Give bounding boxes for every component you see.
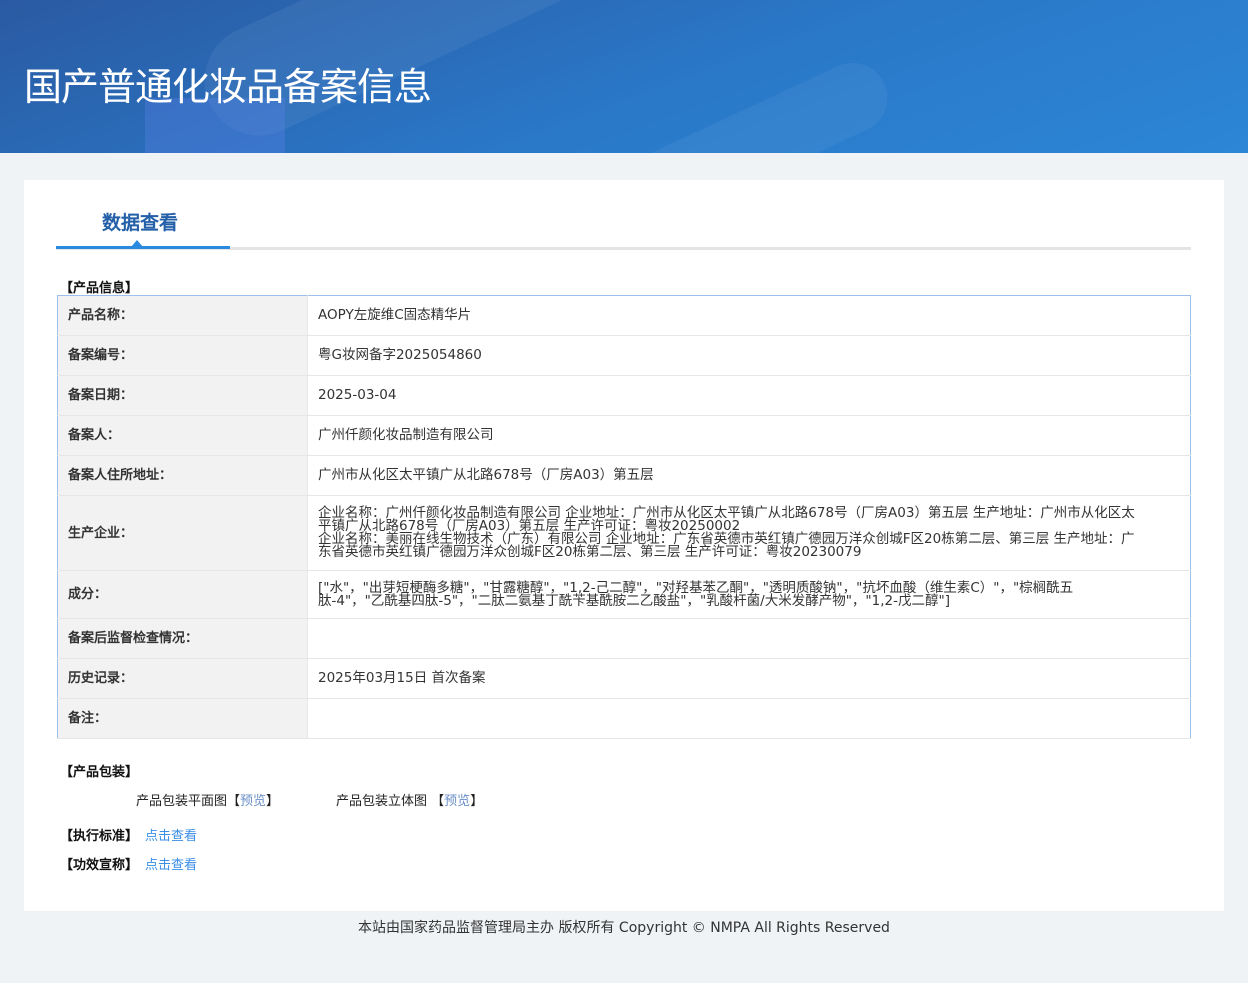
section-product-info: 【产品信息】 bbox=[60, 281, 139, 296]
footer-copyright: 本站由国家药品监督管理局主办 版权所有 Copyright © NMPA All… bbox=[358, 920, 890, 936]
product-info-table: 产品名称： AOPY左旋维C固态精华片 备案编号： 粤G妆网备字2025054860… bbox=[57, 295, 1191, 739]
row-label: 备案人住所地址： bbox=[57, 455, 308, 496]
row-label: 备案编号： bbox=[57, 335, 308, 376]
row-label: 成分： bbox=[57, 570, 308, 619]
page-title: 国产普通化妆品备案信息 bbox=[24, 65, 432, 109]
table-row: 备案编号： 粤G妆网备字2025054860 bbox=[57, 335, 1191, 376]
package-flat-preview-link[interactable]: 预览 bbox=[240, 794, 266, 809]
bracket: 】 bbox=[470, 794, 484, 809]
efficacy-view-link[interactable]: 点击查看 bbox=[145, 854, 197, 873]
row-value: 广州仟颜化妆品制造有限公司 bbox=[307, 415, 1191, 456]
bracket: 【 bbox=[227, 794, 241, 809]
row-value: ["水"，"出芽短梗酶多糖"，"甘露糖醇"，"1,2-己二醇"，"对羟基苯乙酮"… bbox=[307, 570, 1191, 619]
row-value bbox=[307, 698, 1191, 739]
row-label: 生产企业： bbox=[57, 495, 308, 571]
table-row: 产品名称： AOPY左旋维C固态精华片 bbox=[57, 295, 1191, 336]
row-value: 2025-03-04 bbox=[307, 375, 1191, 416]
bracket: 【 bbox=[431, 794, 445, 809]
package-solid-preview-link[interactable]: 预览 bbox=[444, 794, 470, 809]
tab-active-indicator bbox=[56, 246, 230, 249]
manufacturer-1: 企业名称：广州仟颜化妆品制造有限公司 企业地址：广州市从化区太平镇广从北路678… bbox=[318, 505, 1135, 534]
row-value: 广州市从化区太平镇广从北路678号（厂房A03）第五层 bbox=[307, 455, 1191, 496]
content-card: 数据查看 【产品信息】 产品名称： AOPY左旋维C固态精华片 备案编号： 粤G妆网… bbox=[24, 180, 1224, 911]
header-banner: 国产普通化妆品备案信息 bbox=[0, 0, 1248, 153]
standard-view-link[interactable]: 点击查看 bbox=[145, 825, 197, 844]
table-row: 历史记录： 2025年03月15日 首次备案 bbox=[57, 658, 1191, 699]
table-row: 备案人住所地址： 广州市从化区太平镇广从北路678号（厂房A03）第五层 bbox=[57, 455, 1191, 496]
row-value: 粤G妆网备字2025054860 bbox=[307, 335, 1191, 376]
table-row: 备注： bbox=[57, 698, 1191, 739]
package-flat: 产品包装平面图【预览】 bbox=[136, 790, 279, 809]
manufacturer-2: 企业名称：美丽在线生物技术（广东）有限公司 企业地址：广东省英德市英红镇广德园万… bbox=[318, 531, 1135, 560]
row-label: 备注： bbox=[57, 698, 308, 739]
table-row: 备案人： 广州仟颜化妆品制造有限公司 bbox=[57, 415, 1191, 456]
row-value: AOPY左旋维C固态精华片 bbox=[307, 295, 1191, 336]
tab-data-view[interactable]: 数据查看 bbox=[102, 208, 178, 235]
row-label: 备案后监督检查情况： bbox=[57, 618, 308, 659]
table-row: 生产企业： 企业名称：广州仟颜化妆品制造有限公司 企业地址：广州市从化区太平镇广从… bbox=[57, 495, 1191, 571]
table-row: 备案日期： 2025-03-04 bbox=[57, 375, 1191, 416]
table-row: 成分： ["水"，"出芽短梗酶多糖"，"甘露糖醇"，"1,2-己二醇"，"对羟基苯… bbox=[57, 570, 1191, 619]
row-label: 备案人： bbox=[57, 415, 308, 456]
section-efficacy: 【功效宣称】 bbox=[60, 858, 139, 873]
caret-up-icon bbox=[131, 240, 143, 247]
row-label: 历史记录： bbox=[57, 658, 308, 699]
row-value: 2025年03月15日 首次备案 bbox=[307, 658, 1191, 699]
package-solid-label: 产品包装立体图 bbox=[336, 794, 428, 809]
section-packaging: 【产品包装】 bbox=[60, 765, 139, 780]
row-label: 产品名称： bbox=[57, 295, 308, 336]
table-row: 备案后监督检查情况： bbox=[57, 618, 1191, 659]
bracket: 】 bbox=[266, 794, 280, 809]
section-standard: 【执行标准】 bbox=[60, 829, 139, 844]
row-label: 备案日期： bbox=[57, 375, 308, 416]
package-solid: 产品包装立体图 【预览】 bbox=[336, 790, 483, 809]
package-flat-label: 产品包装平面图 bbox=[136, 794, 228, 809]
row-value bbox=[307, 618, 1191, 659]
